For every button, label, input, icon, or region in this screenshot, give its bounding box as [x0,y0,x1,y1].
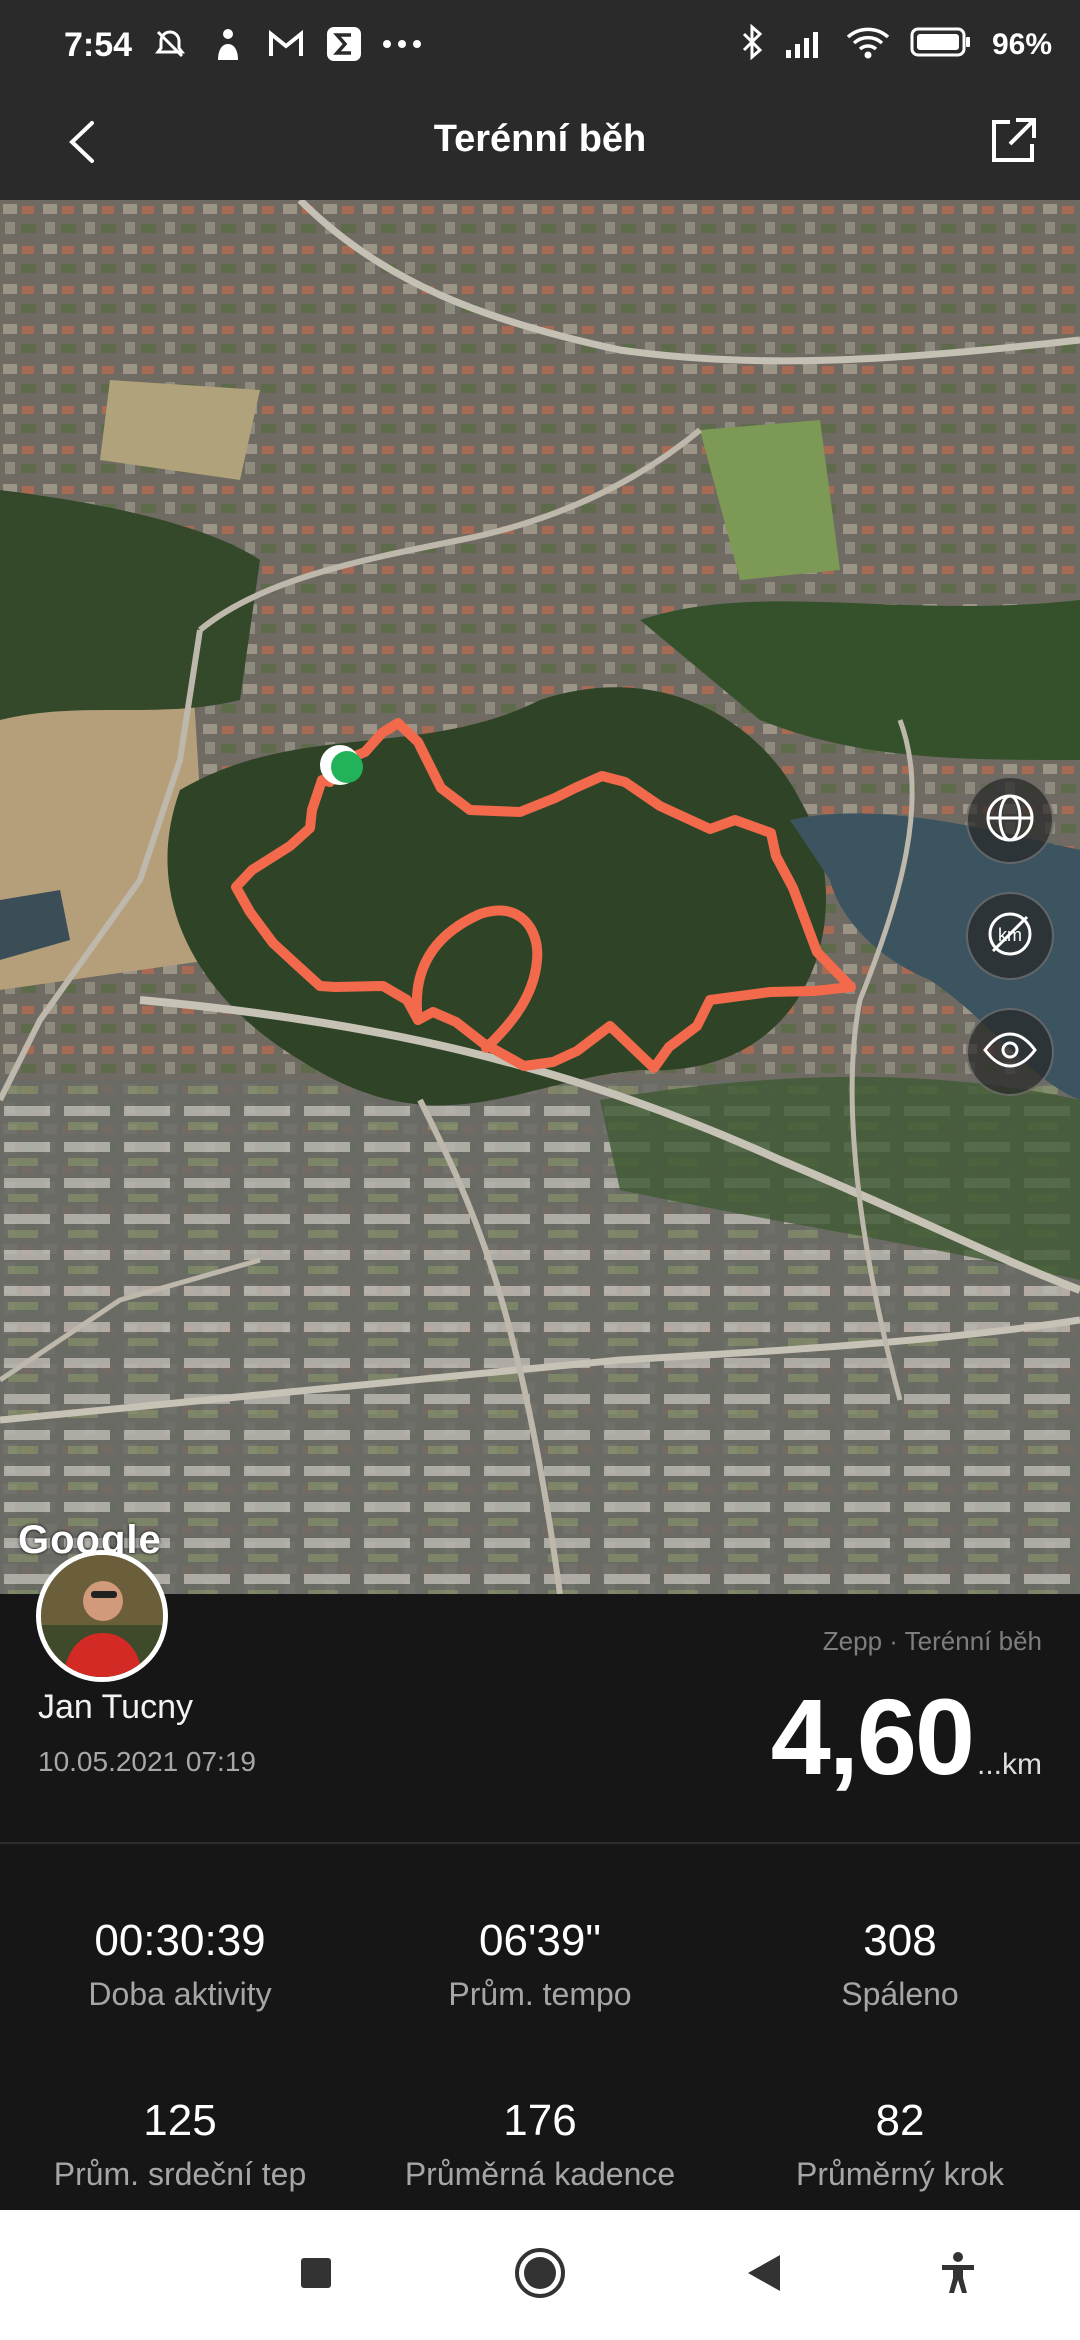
route-map[interactable]: km Google [0,200,1080,1594]
stat-avg-pace: 06'39" Prům. tempo [360,1916,720,2013]
bluetooth-icon [740,23,764,65]
stat-avg-cadence: 176 Průměrná kadence [360,2096,720,2193]
status-bar: 7:54 96% [0,0,1080,92]
alarm-off-icon [150,24,190,64]
stat-value: 308 [863,1916,937,1965]
user-name: Jan Tucny [38,1688,193,1726]
status-time: 7:54 [64,26,133,64]
satellite-map-image [0,200,1080,1594]
stat-duration: 00:30:39 Doba aktivity [0,1916,360,2013]
stats-grid: 00:30:39 Doba aktivity 06'39" Prům. temp… [0,1844,1080,2210]
stat-label: Prům. srdeční tep [53,2156,307,2192]
signal-icon [784,26,826,63]
activity-source: Zepp · Terénní běh [822,1626,1042,1656]
distance-value: 4,60 [770,1676,975,1797]
eye-icon [982,1030,1038,1075]
app-bar: Terénní běh [0,92,1080,200]
stat-value: 00:30:39 [94,1916,266,1965]
stat-label: Spáleno [841,1976,959,2012]
stat-label: Průměrná kadence [404,2156,676,2192]
shazam-icon [208,24,248,64]
globe-icon [983,791,1037,850]
home-button[interactable] [510,2245,570,2305]
gmail-icon [266,24,306,64]
back-nav-button[interactable] [734,2245,794,2305]
stat-label: Prům. tempo [448,1976,632,2012]
stat-value: 125 [143,2096,217,2145]
visibility-toggle-button[interactable] [966,1008,1054,1096]
wifi-icon [846,25,890,64]
activity-date: 10.05.2021 07:19 [38,1746,256,1777]
recents-square-icon [299,2256,333,2295]
km-marker-toggle-button[interactable]: km [966,892,1054,980]
distance: 4,60 ...km [771,1674,1042,1799]
sigma-icon [324,24,364,64]
stat-label: Doba aktivity [88,1976,272,2012]
distance-unit: ...km [977,1748,1042,1781]
battery-icon [910,27,972,62]
share-button[interactable] [980,110,1046,176]
stat-label: Průměrný krok [795,2156,1005,2192]
stat-value: 06'39" [479,1916,601,1965]
back-triangle-icon [746,2253,782,2298]
stat-value: 176 [503,2096,577,2145]
share-external-icon [988,116,1038,171]
recents-button[interactable] [286,2245,346,2305]
stat-avg-stride: 82 Průměrný krok [720,2096,1080,2193]
home-circle-icon [513,2246,567,2305]
activity-summary: Jan Tucny 10.05.2021 07:19 Zepp · Terénn… [0,1550,1080,1842]
status-right-icons: 96% [740,23,1052,65]
system-nav-bar [0,2210,1080,2340]
km-toggle-icon: km [983,907,1037,966]
stat-value: 82 [875,2096,925,2145]
stat-avg-heart-rate: 125 Prům. srdeční tep [0,2096,360,2193]
more-dots-icon [382,24,422,64]
accessibility-button[interactable] [928,2245,988,2305]
avatar[interactable] [36,1550,168,1682]
status-left-icons [150,24,422,64]
map-layer-button[interactable] [966,776,1054,864]
battery-percent: 96% [991,27,1052,61]
stat-calories: 308 Spáleno [720,1916,1080,2013]
page-title: Terénní běh [433,118,647,160]
accessibility-icon [938,2251,978,2300]
